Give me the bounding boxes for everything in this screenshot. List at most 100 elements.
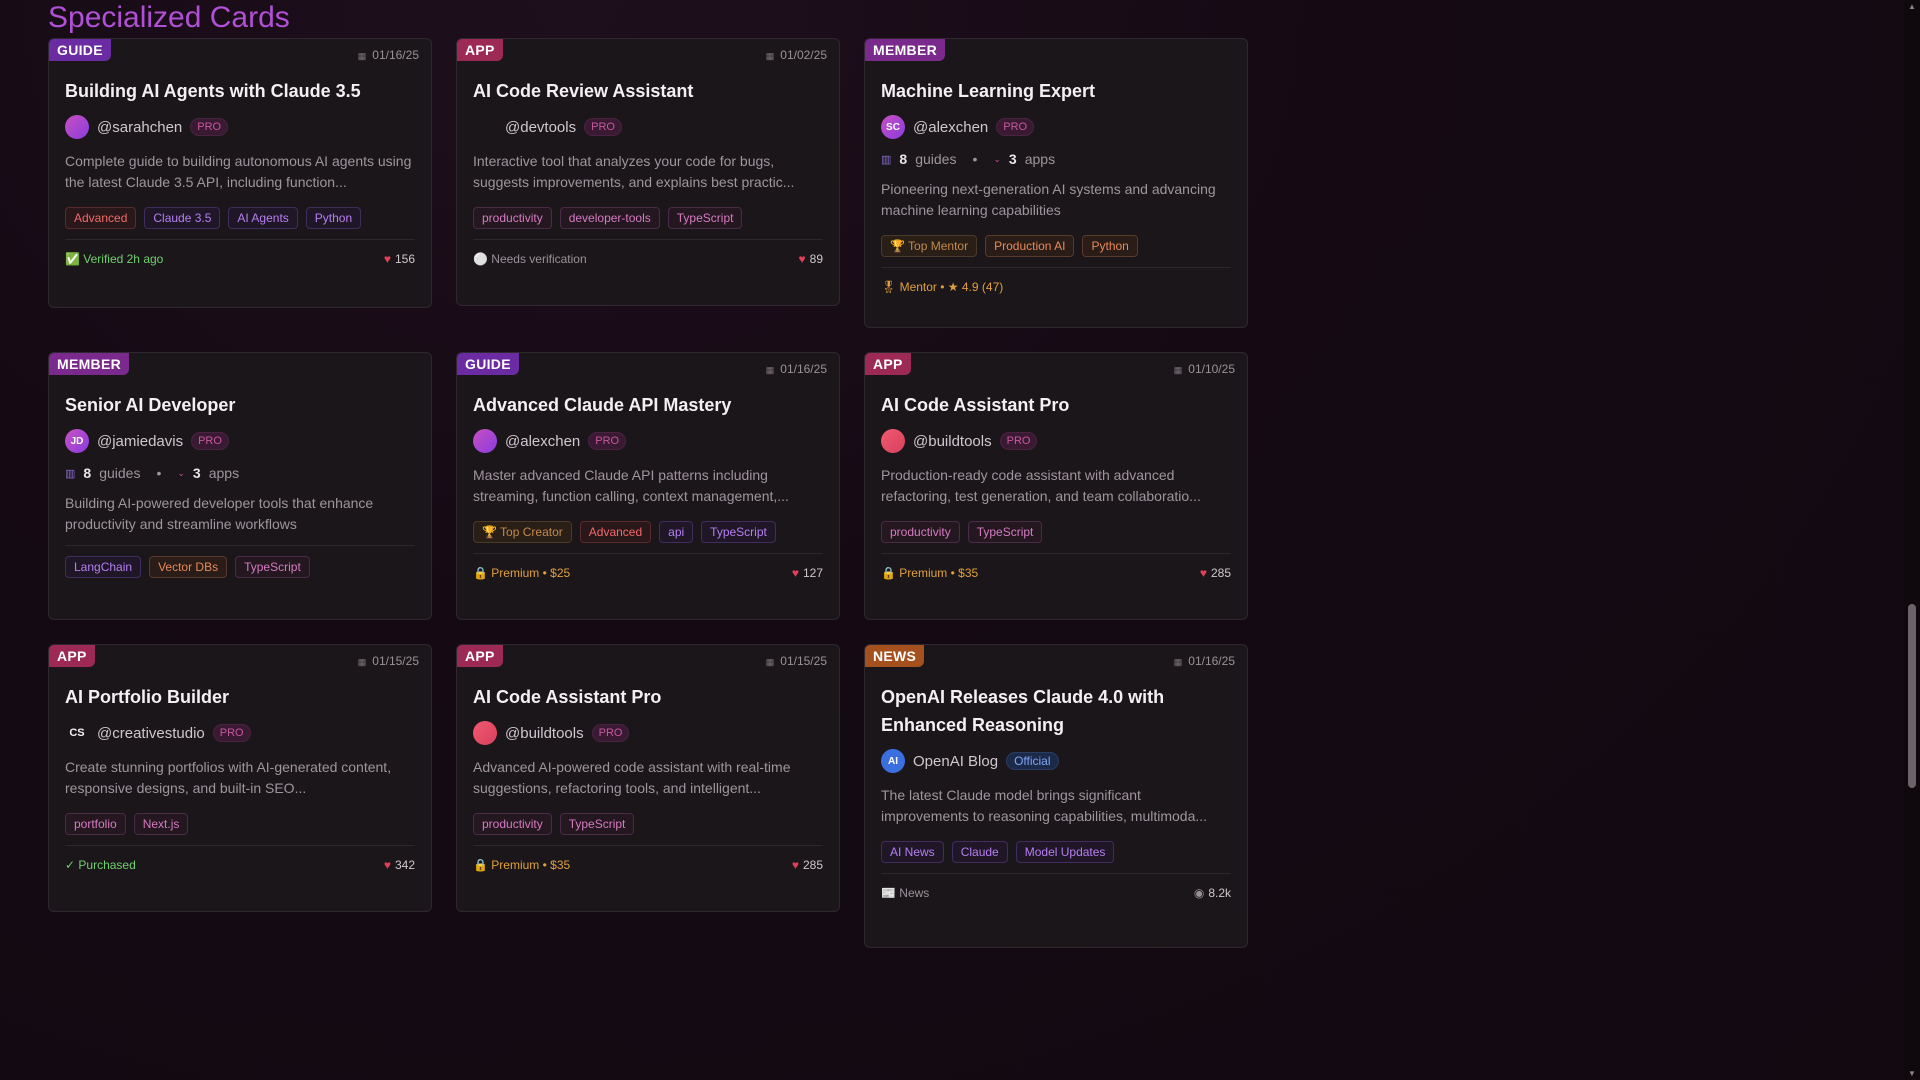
premium-price: 🔒 Premium • $35 [473,858,571,872]
card-date: ▦ 01/10/25 [1173,362,1235,376]
author-row[interactable]: @buildtools PRO [881,429,1231,453]
author-handle[interactable]: @creativestudio [97,725,205,742]
author-row[interactable]: @devtools PRO [473,115,823,139]
member-card[interactable]: MEMBER Machine Learning Expert SC @alexc… [864,38,1248,328]
tag[interactable]: Production AI [985,235,1075,257]
tag[interactable]: TypeScript [701,521,776,543]
heart-icon: ♥ [1199,566,1207,580]
card-title[interactable]: Building AI Agents with Claude 3.5 [65,77,415,105]
author-handle[interactable]: @buildtools [505,725,584,742]
tag[interactable]: Claude [951,841,1008,863]
app-icon: ⌄ [177,467,185,478]
tag[interactable]: Claude 3.5 [144,207,221,229]
card-title[interactable]: OpenAI Releases Claude 4.0 with Enhanced… [881,683,1231,739]
tag[interactable]: Vector DBs [149,556,228,578]
author-row[interactable]: CS @creativestudio PRO [65,721,415,745]
author-handle[interactable]: @buildtools [913,433,992,450]
card-title[interactable]: Senior AI Developer [65,391,415,419]
tag[interactable]: Python [1082,235,1138,257]
tag[interactable]: productivity [881,521,960,543]
tag[interactable]: 🏆 Top Mentor [881,235,978,257]
card-title[interactable]: Machine Learning Expert [881,77,1231,105]
avatar: JD [65,429,89,453]
tag[interactable]: TypeScript [667,207,743,229]
card-footer: 🎖 Mentor • ★ 4.9 (47) [881,278,1231,296]
avatar [473,429,497,453]
avatar: CS [69,727,85,739]
scroll-thumb[interactable] [1908,604,1916,788]
heart-icon: ♥ [791,858,799,872]
divider [881,873,1231,874]
tag[interactable]: productivity [473,207,552,229]
scroll-up-arrow-icon[interactable]: ▲ [1908,2,1916,11]
tag[interactable]: productivity [473,813,552,835]
like-button[interactable]: ♥ 156 [384,252,415,266]
divider [65,845,415,846]
author-handle[interactable]: @sarahchen [97,119,182,136]
tag[interactable]: Python [305,207,362,229]
app-card[interactable]: APP ▦ 01/15/25 AI Code Assistant Pro @bui… [456,644,840,912]
tag[interactable]: 🏆 Top Creator [473,521,572,543]
guide-card[interactable]: GUIDE ▦ 01/16/25 Building AI Agents with … [48,38,432,308]
like-button[interactable]: ♥ 89 [799,252,823,266]
app-card[interactable]: APP ▦ 01/10/25 AI Code Assistant Pro @bui… [864,352,1248,620]
section-title: Specialized Cards [48,1,290,34]
tag[interactable]: api [659,521,694,543]
tag[interactable]: AI Agents [228,207,298,229]
card-title[interactable]: AI Code Review Assistant [473,77,823,105]
news-card[interactable]: NEWS ▦ 01/16/25 OpenAI Releases Claude 4.… [864,644,1248,948]
tag[interactable]: AI News [881,841,944,863]
card-title[interactable]: AI Code Assistant Pro [473,683,823,711]
card-footer: ✅ Verified 2h ago ♥ 156 [65,250,415,268]
author-handle[interactable]: OpenAI Blog [913,753,998,770]
author-handle[interactable]: @jamiedavis [97,433,183,450]
like-button[interactable]: ♥ 127 [792,566,823,580]
card-footer: 📰 News ◉ 8.2k [881,884,1231,902]
divider [881,553,1231,554]
tag[interactable]: Model Updates [1015,841,1115,863]
author-handle[interactable]: @alexchen [505,433,580,450]
author-row[interactable]: AI OpenAI Blog Official [881,749,1231,773]
tag[interactable]: Next.js [133,813,189,835]
guide-card[interactable]: GUIDE ▦ 01/16/25 Advanced Claude API Mast… [456,352,840,620]
author-row[interactable]: @buildtools PRO [473,721,823,745]
tag[interactable]: TypeScript [559,813,635,835]
tag[interactable]: Advanced [65,207,137,229]
divider [473,845,823,846]
author-row[interactable]: @alexchen PRO [473,429,823,453]
author-row[interactable]: SC @alexchen PRO [881,115,1231,139]
author-row[interactable]: @sarahchen PRO [65,115,415,139]
app-card[interactable]: APP ▦ 01/15/25 AI Portfolio Builder CS @c… [48,644,432,912]
tag[interactable]: LangChain [65,556,142,578]
guides-count: 8 [83,465,92,481]
pro-badge: PRO [588,432,627,450]
card-title[interactable]: Advanced Claude API Mastery [473,391,823,419]
card-footer: 🔒 Premium • $35 ♥ 285 [473,856,823,874]
author-handle[interactable]: @alexchen [913,119,988,136]
tag[interactable]: portfolio [65,813,126,835]
card-date: ▦ 01/16/25 [1173,654,1235,668]
tag[interactable]: developer-tools [559,207,660,229]
card-title[interactable]: AI Code Assistant Pro [881,391,1231,419]
vertical-scrollbar[interactable]: ▲ ▼ [1904,0,1920,1080]
tag[interactable]: TypeScript [235,556,310,578]
divider [473,239,823,240]
tag-list: LangChain Vector DBs TypeScript [65,556,415,578]
tag[interactable]: TypeScript [967,521,1043,543]
author-handle[interactable]: @devtools [505,119,576,136]
scroll-down-arrow-icon[interactable]: ▼ [1908,1069,1916,1078]
author-row[interactable]: JD @jamiedavis PRO [65,429,415,453]
app-card[interactable]: APP ▦ 01/02/25 AI Code Review Assistant @… [456,38,840,306]
cards-grid: GUIDE ▦ 01/16/25 Building AI Agents with … [48,38,1248,948]
purchased-status: ✓ Purchased [65,858,136,872]
like-button[interactable]: ♥ 285 [1200,566,1231,580]
guides-count: 8 [899,151,908,167]
member-card[interactable]: MEMBER Senior AI Developer JD @jamiedavi… [48,352,432,620]
calendar-icon: ▦ [1173,365,1183,375]
tag[interactable]: Advanced [579,521,652,543]
calendar-icon: ▦ [357,657,367,667]
like-button[interactable]: ♥ 342 [384,858,415,872]
card-title[interactable]: AI Portfolio Builder [65,683,415,711]
like-button[interactable]: ♥ 285 [792,858,823,872]
divider [881,267,1231,268]
